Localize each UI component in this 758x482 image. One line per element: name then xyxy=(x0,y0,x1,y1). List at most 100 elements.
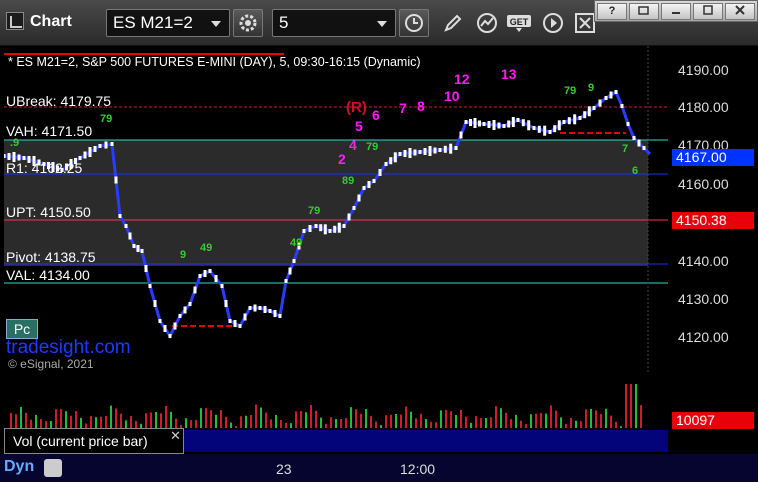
candle xyxy=(238,324,242,328)
interval-combo[interactable]: 5 xyxy=(272,9,396,37)
seq-number: 5 xyxy=(355,118,363,134)
volume-bar xyxy=(130,415,132,428)
svg-text:79: 79 xyxy=(564,85,576,97)
chevron-down-icon xyxy=(377,21,387,27)
r1-label: R1: 4162.25 xyxy=(6,160,83,176)
volume-bar xyxy=(515,414,517,428)
x-axis-label: 23 xyxy=(276,461,292,477)
svg-text:7: 7 xyxy=(622,143,628,155)
clock-icon xyxy=(405,14,423,32)
study-button[interactable] xyxy=(474,10,500,36)
candle xyxy=(553,125,557,133)
volume-bar xyxy=(150,412,152,428)
svg-text:49: 49 xyxy=(290,237,302,249)
ubreak-label: UBreak: 4179.75 xyxy=(6,93,112,109)
volume-bar xyxy=(450,411,452,428)
candle xyxy=(258,306,262,310)
volume-bar xyxy=(250,414,252,428)
candle xyxy=(253,304,257,312)
candle xyxy=(357,194,361,202)
time-axis[interactable] xyxy=(0,454,758,482)
close-icon[interactable]: ✕ xyxy=(170,428,181,444)
volume-bar xyxy=(40,419,42,428)
maximize-button[interactable] xyxy=(693,3,723,20)
symbol-combo[interactable]: ES M21=2 xyxy=(106,9,230,37)
volume-panel[interactable] xyxy=(4,378,668,428)
volume-bar xyxy=(185,418,187,428)
volume-bar xyxy=(165,405,167,428)
vah-label: VAH: 4171.50 xyxy=(6,123,93,139)
volume-bar xyxy=(230,422,232,428)
candle xyxy=(314,224,318,228)
candle xyxy=(98,144,102,148)
candle xyxy=(527,120,531,131)
candle xyxy=(83,151,87,159)
candle xyxy=(198,274,202,278)
svg-text:9: 9 xyxy=(588,82,594,94)
candle xyxy=(228,319,232,323)
candle xyxy=(502,124,506,128)
help-button[interactable]: ? xyxy=(597,3,627,20)
volume-bar xyxy=(305,412,307,428)
volume-bar xyxy=(80,417,82,428)
candle xyxy=(632,136,636,140)
volume-bar xyxy=(580,421,582,428)
draw-button[interactable] xyxy=(440,10,466,36)
seq-number: 12 xyxy=(454,71,470,87)
play-button[interactable] xyxy=(540,10,566,36)
chart-window-icon xyxy=(6,12,24,30)
candle xyxy=(511,117,515,127)
volume-bar xyxy=(110,405,112,428)
play-icon xyxy=(543,13,563,33)
maximize-icon xyxy=(703,5,713,15)
svg-text:79: 79 xyxy=(308,205,320,217)
volume-bar xyxy=(380,425,382,428)
candle xyxy=(342,224,346,228)
volume-bar xyxy=(420,413,422,428)
dyn-label[interactable]: Dyn xyxy=(4,458,34,476)
candle xyxy=(614,90,618,94)
brand-label: tradesight.com xyxy=(6,337,131,358)
time-button[interactable] xyxy=(399,9,429,37)
candle xyxy=(403,150,407,157)
candle xyxy=(308,225,312,232)
settings-icon xyxy=(239,14,257,32)
volume-bar xyxy=(435,422,437,428)
pc-button[interactable]: Pc xyxy=(6,319,38,339)
volume-bar xyxy=(295,411,297,428)
restore-button[interactable] xyxy=(629,3,659,20)
candle xyxy=(487,121,491,128)
volume-bar xyxy=(135,421,137,428)
candle xyxy=(562,120,566,124)
volume-bar xyxy=(170,411,172,428)
volume-bar xyxy=(545,413,547,428)
volume-bar xyxy=(565,423,567,428)
get-button[interactable]: GET xyxy=(506,10,532,36)
volume-bar xyxy=(535,413,537,428)
volume-bar xyxy=(365,409,367,428)
candle xyxy=(521,119,525,127)
volume-bar xyxy=(355,409,357,428)
axis-tick: 4140.00 xyxy=(678,253,729,269)
volume-bar xyxy=(300,410,302,428)
volume-bar xyxy=(25,412,27,428)
val-label: VAL: 4134.00 xyxy=(6,267,90,283)
candle xyxy=(587,106,591,117)
volume-bar xyxy=(530,414,532,428)
volume-bar xyxy=(145,413,147,428)
settings-button[interactable] xyxy=(233,9,263,37)
chart-area[interactable]: 2 4 5 6 7 8 10 12 13 (R) .9 79 49 9 49 79 89… xyxy=(0,46,758,482)
candle xyxy=(482,122,486,126)
candle xyxy=(459,131,463,139)
minimize-button[interactable] xyxy=(661,3,691,20)
pencil-icon xyxy=(444,14,462,32)
candle xyxy=(268,309,272,313)
volume-bar xyxy=(275,414,277,428)
candle xyxy=(323,224,327,235)
candle xyxy=(148,284,152,288)
close-window-button[interactable] xyxy=(725,3,755,20)
function-icon[interactable] xyxy=(44,459,62,477)
volume-bar xyxy=(245,415,247,428)
chevron-down-icon xyxy=(211,21,221,27)
candle xyxy=(288,267,292,275)
